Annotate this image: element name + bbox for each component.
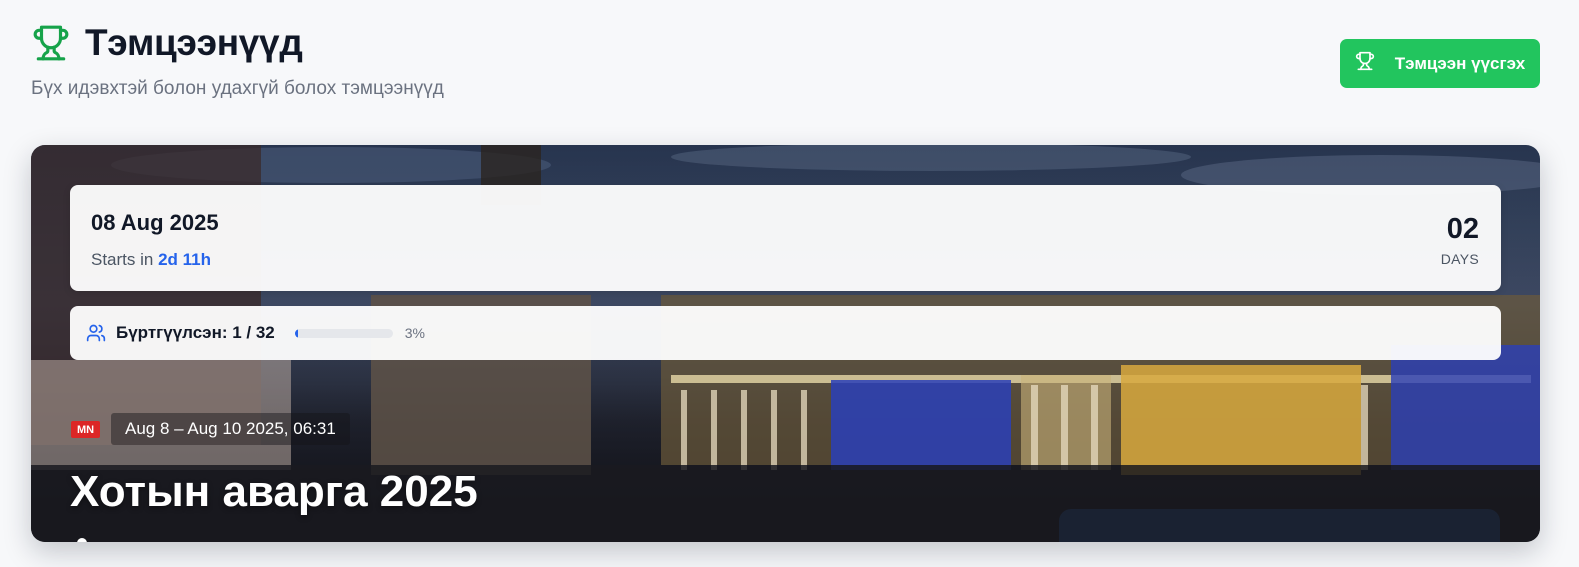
tournament-title[interactable]: Хотын аварга 2025 (70, 467, 478, 517)
title-row: Тэмцээнүүд (31, 22, 1540, 64)
tournament-info-panel (1059, 509, 1500, 542)
create-tournament-button[interactable]: Тэмцээн үүсгэх (1340, 39, 1540, 88)
location-icon (77, 538, 87, 542)
starts-in-prefix: Starts in (91, 250, 154, 269)
users-icon (86, 323, 106, 343)
page-title: Тэмцээнүүд (85, 22, 303, 63)
countdown-days-label: DAYS (1440, 251, 1479, 267)
start-date: 08 Aug 2025 (91, 210, 219, 235)
starts-in-value: 2d 11h (158, 250, 212, 269)
start-date-card: 08 Aug 2025 Starts in 2d 11h 02 DAYS (70, 185, 1501, 291)
page-subtitle: Бүх идэвхтэй болон удахгүй болох тэмцээн… (31, 78, 444, 99)
page-header: Тэмцээнүүд Бүх идэвхтэй болон удахгүй бо… (31, 22, 1540, 112)
starts-in-line: Starts in 2d 11h (91, 250, 211, 270)
trophy-icon (1355, 51, 1375, 76)
countdown-days-value: 02 (1446, 213, 1479, 245)
trophy-icon (31, 23, 71, 63)
featured-tournament-card[interactable]: 08 Aug 2025 Starts in 2d 11h 02 DAYS Бүр… (31, 145, 1540, 542)
create-button-label: Тэмцээн үүсгэх (1394, 53, 1526, 73)
registration-progress-card: Бүртгүүлсэн: 1 / 32 3% (70, 306, 1501, 360)
tournament-date-range: Aug 8 – Aug 10 2025, 06:31 (111, 413, 350, 445)
registration-progress-bar (294, 328, 393, 338)
registration-progress-percent: 3% (404, 325, 425, 341)
registration-progress-fill (294, 328, 298, 338)
country-flag-badge: MN (71, 421, 100, 438)
registered-count: Бүртгүүлсэн: 1 / 32 (116, 323, 275, 342)
